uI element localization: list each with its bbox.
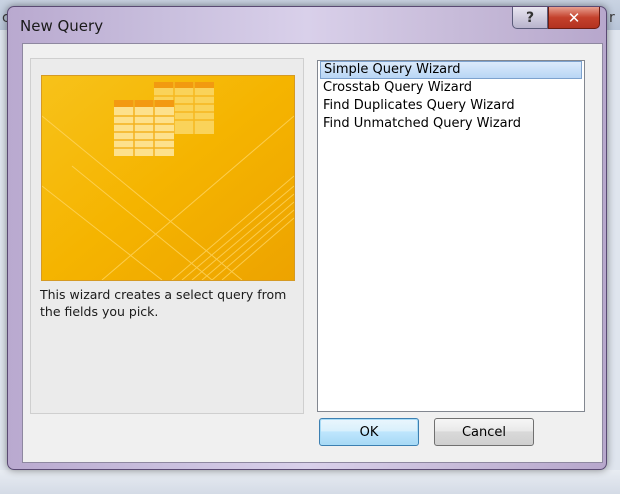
- wizard-list[interactable]: Simple Query Wizard Crosstab Query Wizar…: [317, 60, 585, 412]
- caption-buttons: ? ✕: [512, 7, 600, 29]
- wizard-description: This wizard creates a select query from …: [40, 287, 287, 319]
- list-item-crosstab-query-wizard[interactable]: Crosstab Query Wizard: [320, 79, 582, 97]
- help-icon: ?: [525, 9, 535, 26]
- background-text-right: r: [609, 10, 615, 26]
- list-item-find-duplicates-query-wizard[interactable]: Find Duplicates Query Wizard: [320, 97, 582, 115]
- new-query-dialog: New Query ? ✕ This wizard creates a sele…: [7, 6, 607, 470]
- list-item-simple-query-wizard[interactable]: Simple Query Wizard: [320, 61, 582, 79]
- wizard-preview-image: [41, 75, 295, 281]
- ok-button[interactable]: OK: [319, 418, 419, 446]
- list-item-find-unmatched-query-wizard[interactable]: Find Unmatched Query Wizard: [320, 115, 582, 133]
- dialog-title: New Query: [20, 17, 104, 35]
- cancel-button[interactable]: Cancel: [434, 418, 534, 446]
- background-strip: [0, 470, 620, 494]
- close-icon: ✕: [567, 8, 581, 27]
- help-button[interactable]: ?: [512, 7, 548, 29]
- close-button[interactable]: ✕: [548, 7, 600, 29]
- wizard-info-panel: This wizard creates a select query from …: [30, 58, 304, 414]
- dialog-body: This wizard creates a select query from …: [22, 43, 603, 463]
